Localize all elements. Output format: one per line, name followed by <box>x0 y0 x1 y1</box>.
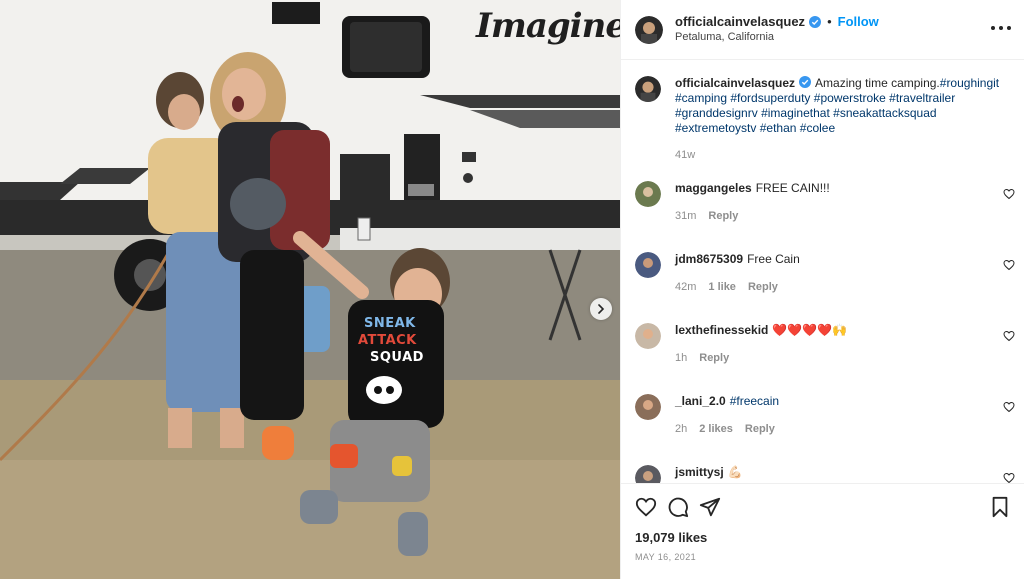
header-username[interactable]: officialcainvelasquez <box>675 14 805 29</box>
hashtag-link[interactable]: #roughingit <box>940 76 999 90</box>
comment-body: jsmittysj 💪🏻 <box>675 465 995 480</box>
like-comment-icon[interactable] <box>1003 472 1015 483</box>
comment-icon[interactable] <box>667 496 689 518</box>
comment-hashtag[interactable]: #freecain <box>730 394 779 408</box>
comment-username[interactable]: jdm8675309 <box>675 252 743 266</box>
comment-body: jdm8675309 Free Cain <box>675 252 995 267</box>
post-sidebar: officialcainvelasquez • Follow Petaluma,… <box>620 0 1024 579</box>
like-comment-icon[interactable] <box>1003 188 1015 200</box>
hashtag-link[interactable]: #sneakattacksquad <box>833 106 936 120</box>
comment-text: Free Cain <box>747 252 800 266</box>
comment-meta: 42m 1 like Reply <box>675 281 778 293</box>
hashtag-link[interactable]: #extremetoystv <box>675 121 756 135</box>
profile-avatar-image <box>635 16 663 44</box>
shirt-text-line-3: SQUAD <box>370 350 424 365</box>
comment-meta: 2h 2 likes Reply <box>675 423 775 435</box>
more-options-icon[interactable] <box>991 20 1011 36</box>
separator-dot: • <box>827 14 832 29</box>
comment-time[interactable]: 1h <box>675 352 687 364</box>
comment-text: ❤️❤️❤️❤️🙌 <box>772 323 848 337</box>
paper-plane-icon[interactable] <box>699 496 721 518</box>
comment-item: _lani_2.0 #freecain 2h 2 likes Reply <box>635 394 1015 454</box>
heart-icon[interactable] <box>635 496 657 518</box>
header-user-line: officialcainvelasquez • Follow <box>675 14 879 29</box>
avatar[interactable] <box>635 252 661 278</box>
comment-item: maggangeles FREE CAIN!!! 31m Reply <box>635 181 1015 241</box>
caption-avatar-image <box>635 76 661 102</box>
like-comment-icon[interactable] <box>1003 401 1015 413</box>
comment-username[interactable]: _lani_2.0 <box>675 394 726 408</box>
post-date[interactable]: MAY 16, 2021 <box>635 552 696 562</box>
comment-time[interactable]: 31m <box>675 210 696 222</box>
location-link[interactable]: Petaluma, California <box>675 31 774 43</box>
verified-badge-icon <box>809 15 822 28</box>
hashtag-link[interactable]: #granddesignrv <box>675 106 758 120</box>
comment-time[interactable]: 2h <box>675 423 687 435</box>
comment-body: lexthefinessekid ❤️❤️❤️❤️🙌 <box>675 323 995 338</box>
comment-username[interactable]: maggangeles <box>675 181 752 195</box>
avatar[interactable] <box>635 16 663 44</box>
hashtag-link[interactable]: #fordsuperduty <box>730 91 810 105</box>
post-actions: 19,079 likes MAY 16, 2021 <box>621 483 1024 579</box>
hashtag-link[interactable]: #powerstroke <box>814 91 886 105</box>
comment-item: lexthefinessekid ❤️❤️❤️❤️🙌 1h Reply <box>635 323 1015 383</box>
comment-body: maggangeles FREE CAIN!!! <box>675 181 995 196</box>
comment-username[interactable]: jsmittysj <box>675 465 724 479</box>
comment-time[interactable]: 42m <box>675 281 696 293</box>
comment-likes[interactable]: 1 like <box>708 281 736 293</box>
avatar[interactable] <box>635 394 661 420</box>
camping-scene-image <box>0 0 620 579</box>
caption-username[interactable]: officialcainvelasquez <box>675 76 795 90</box>
next-photo-button[interactable] <box>590 298 612 320</box>
like-comment-icon[interactable] <box>1003 259 1015 271</box>
shirt-text-line-1: SNEAK <box>364 316 416 331</box>
commenter-avatar-image <box>635 394 661 420</box>
reply-button[interactable]: Reply <box>748 281 778 293</box>
comment-item: jdm8675309 Free Cain 42m 1 like Reply <box>635 252 1015 312</box>
like-comment-icon[interactable] <box>1003 330 1015 342</box>
shirt-text-line-2: ATTACK <box>358 333 417 348</box>
commenter-avatar-image <box>635 323 661 349</box>
post-photo[interactable]: Imagine SNEAK ATTACK SQUAD <box>0 0 620 579</box>
comment-username[interactable]: lexthefinessekid <box>675 323 768 337</box>
post-header: officialcainvelasquez • Follow Petaluma,… <box>621 0 1024 60</box>
caption-timestamp[interactable]: 41w <box>675 149 695 161</box>
comment-text: FREE CAIN!!! <box>755 181 830 195</box>
hashtag-link[interactable]: #traveltrailer <box>889 91 955 105</box>
avatar[interactable] <box>635 465 661 483</box>
reply-button[interactable]: Reply <box>699 352 729 364</box>
comment-item: jsmittysj 💪🏻 <box>635 465 1015 483</box>
verified-badge-icon <box>799 76 812 88</box>
avatar[interactable] <box>635 181 661 207</box>
comment-likes[interactable]: 2 likes <box>699 423 733 435</box>
comment-meta: 1h Reply <box>675 352 729 364</box>
avatar[interactable] <box>635 76 661 102</box>
avatar[interactable] <box>635 323 661 349</box>
comment-body: _lani_2.0 #freecain <box>675 394 995 409</box>
hashtag-link[interactable]: #ethan <box>760 121 797 135</box>
follow-button[interactable]: Follow <box>838 14 879 29</box>
hashtag-link[interactable]: #imaginethat <box>761 106 830 120</box>
hashtag-link[interactable]: #colee <box>800 121 835 135</box>
trailer-brand-text: Imagine <box>476 6 620 46</box>
comment-meta: 31m Reply <box>675 210 738 222</box>
comments-section[interactable]: officialcainvelasquez Amazing time campin… <box>621 60 1024 483</box>
comment-text: 💪🏻 <box>727 465 743 479</box>
reply-button[interactable]: Reply <box>745 423 775 435</box>
reply-button[interactable]: Reply <box>708 210 738 222</box>
chevron-right-icon <box>598 304 605 314</box>
bookmark-icon[interactable] <box>989 496 1011 518</box>
likes-count[interactable]: 19,079 likes <box>635 530 707 545</box>
caption-body: officialcainvelasquez Amazing time campin… <box>675 76 1015 136</box>
hashtag-link[interactable]: #camping <box>675 91 727 105</box>
commenter-avatar-image <box>635 181 661 207</box>
commenter-avatar-image <box>635 252 661 278</box>
caption-text: Amazing time camping. <box>815 76 940 90</box>
commenter-avatar-image <box>635 465 661 483</box>
